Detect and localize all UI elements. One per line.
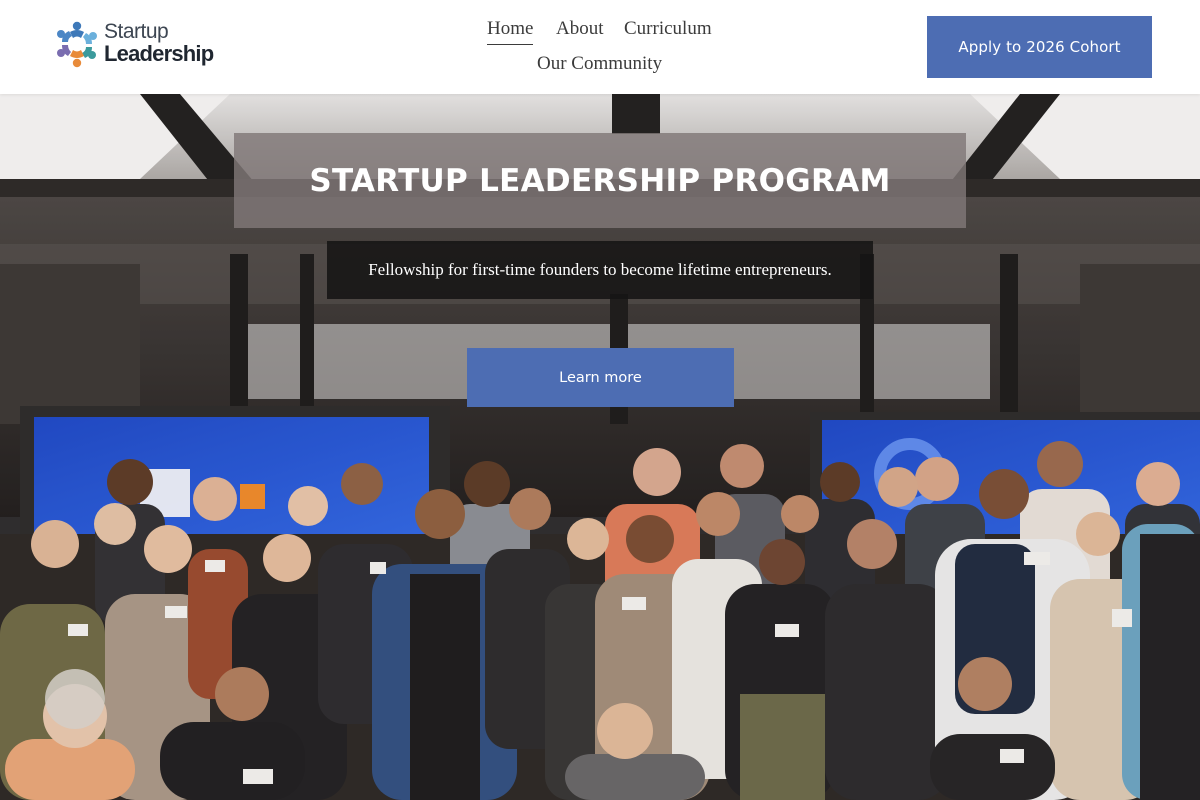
nav-link-home[interactable]: Home xyxy=(487,18,534,45)
nav-link-our-community[interactable]: Our Community xyxy=(537,53,662,75)
main-nav: Home About Curriculum Our Community xyxy=(470,14,730,84)
hero-section: STARTUP LEADERSHIP PROGRAM Fellowship fo… xyxy=(0,94,1200,800)
hero-subtitle: Fellowship for first-time founders to be… xyxy=(368,260,832,279)
logo-icon xyxy=(57,21,97,68)
apply-cohort-button[interactable]: Apply to 2026 Cohort xyxy=(927,16,1152,78)
learn-more-button[interactable]: Learn more xyxy=(467,348,734,407)
logo-text: Startup Leadership xyxy=(104,20,214,66)
hero-subtitle-box: Fellowship for first-time founders to be… xyxy=(327,241,873,299)
nav-link-curriculum[interactable]: Curriculum xyxy=(624,18,712,40)
logo-link[interactable]: Startup Leadership xyxy=(52,19,214,69)
nav-link-about[interactable]: About xyxy=(556,18,604,40)
site-header: Startup Leadership Home About Curriculum… xyxy=(0,0,1200,94)
hero-title-box: STARTUP LEADERSHIP PROGRAM xyxy=(234,133,966,228)
logo-line-leadership: Leadership xyxy=(104,41,214,66)
hero-title: STARTUP LEADERSHIP PROGRAM xyxy=(309,162,891,199)
logo-line-startup: Startup xyxy=(104,20,169,43)
